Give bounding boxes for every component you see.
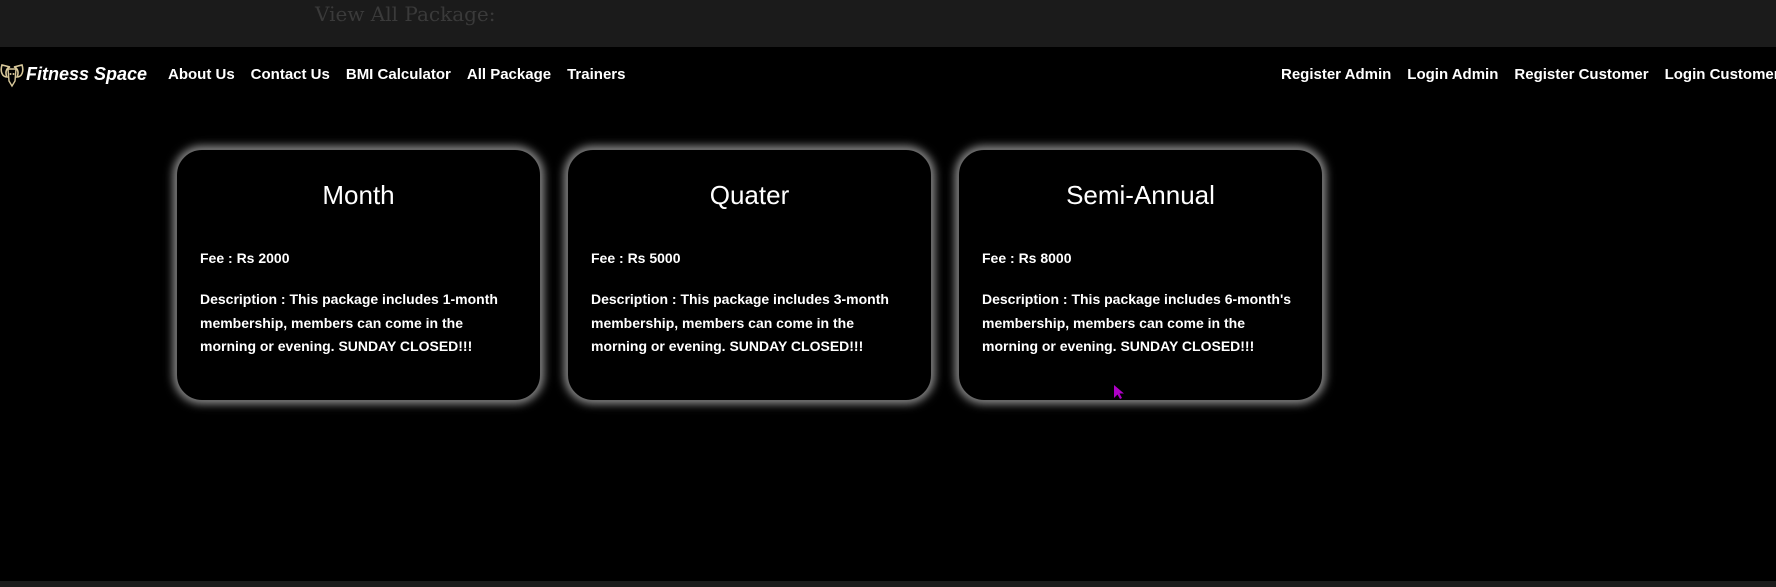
package-card-semi-annual[interactable]: Semi-Annual Fee : Rs 8000 Description : … [958,149,1323,401]
page-title: View All Package: [315,2,496,26]
brand[interactable]: Fitness Space [0,57,147,91]
nav-left-links: About Us Contact Us BMI Calculator All P… [168,66,641,83]
package-description: Description : This package includes 3-mo… [591,291,889,354]
package-title: Quater [709,180,790,210]
package-title: Semi-Annual [1066,180,1215,210]
package-card-month[interactable]: Month Fee : Rs 2000 Description : This p… [176,149,541,401]
package-description: Description : This package includes 1-mo… [200,291,498,354]
package-description: Description : This package includes 6-mo… [982,291,1292,354]
navbar: Fitness Space About Us Contact Us BMI Ca… [0,47,1776,104]
page-header-bar: View All Package: [0,0,1776,47]
nav-right-links: Register Admin Login Admin Register Cust… [1281,66,1776,83]
nav-link-trainers[interactable]: Trainers [567,66,625,83]
nav-link-bmi-calculator[interactable]: BMI Calculator [346,66,451,83]
mouse-pointer-icon [1114,385,1124,399]
brand-name: Fitness Space [26,63,148,84]
package-card-quater[interactable]: Quater Fee : Rs 5000 Description : This … [567,149,932,401]
nav-link-register-admin[interactable]: Register Admin [1281,66,1391,83]
nav-link-contact-us[interactable]: Contact Us [251,66,330,83]
nav-link-login-customer[interactable]: Login Customer [1665,66,1776,83]
nav-link-register-customer[interactable]: Register Customer [1514,66,1648,83]
ram-head-logo-icon [0,64,24,88]
package-fee: Fee : Rs 8000 [982,250,1072,266]
package-title: Month [322,180,395,210]
nav-link-about-us[interactable]: About Us [168,66,235,83]
package-fee: Fee : Rs 5000 [591,250,681,266]
nav-link-all-package[interactable]: All Package [467,66,551,83]
nav-link-login-admin[interactable]: Login Admin [1407,66,1498,83]
package-fee: Fee : Rs 2000 [200,250,290,266]
bottom-edge [0,581,1776,587]
